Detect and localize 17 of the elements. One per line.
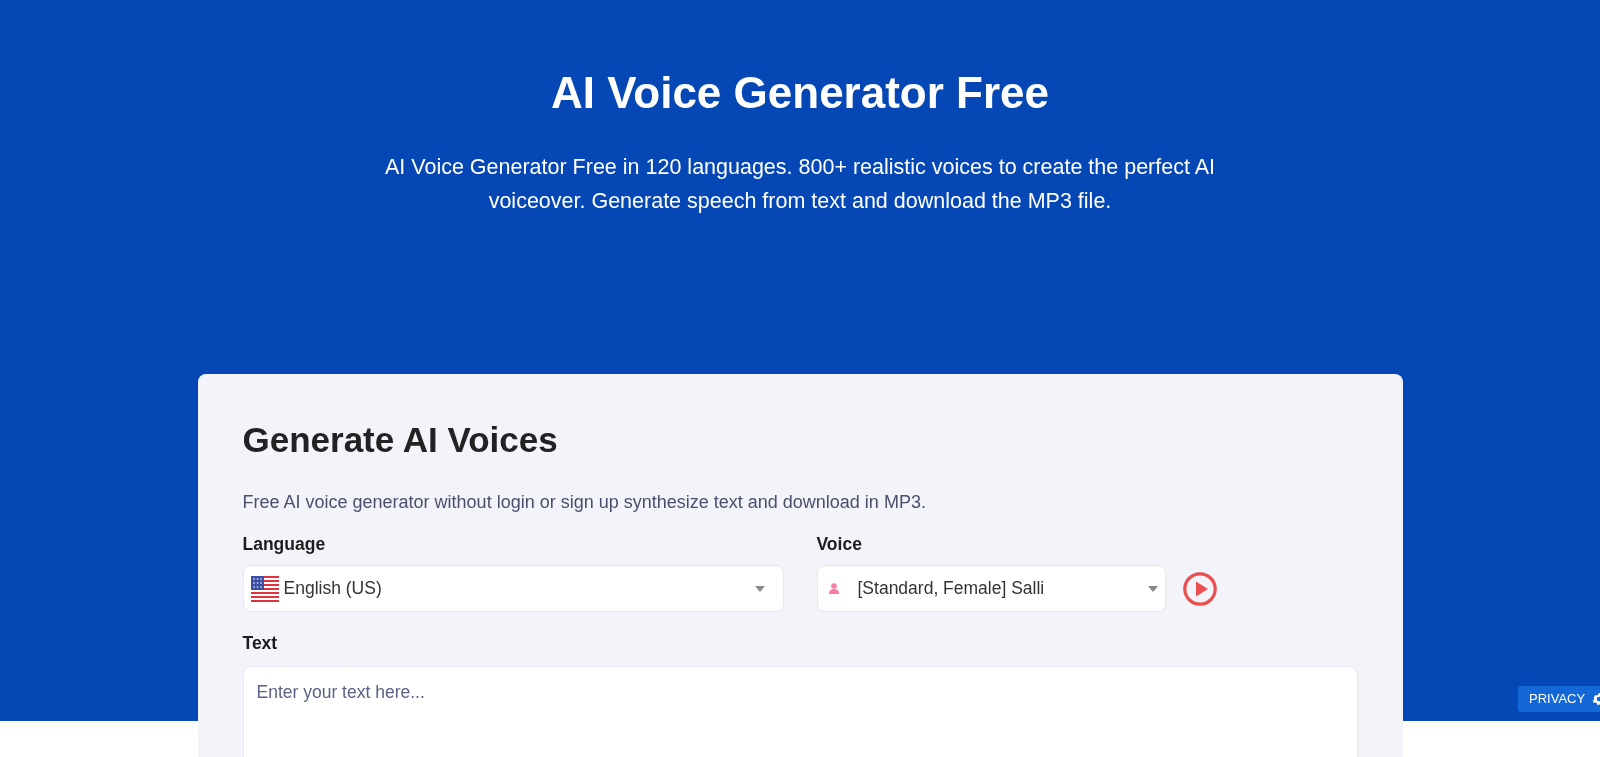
flag-icon	[250, 575, 279, 602]
field-label: Voice	[816, 533, 863, 555]
hero-title: AI Voice Generator Free	[551, 68, 1049, 118]
field-label: Language	[242, 533, 327, 555]
person-icon	[828, 583, 839, 594]
card-title: Generate AI Voices	[242, 420, 559, 460]
card-description: Free AI voice generator without login or sign up synthesize text and download in MP3.	[242, 491, 927, 513]
language-select[interactable]: English (US)	[242, 565, 784, 612]
play-icon	[1182, 571, 1217, 606]
caret-icon	[1147, 585, 1158, 592]
text-input-field[interactable]: Enter your text here...	[242, 666, 1358, 757]
play-button[interactable]	[1182, 571, 1217, 606]
hero-subtitle: AI Voice Generator Free in 120 languages. 800+ realistic voices to create the perfect AI voiceover. Generate speech from text and download the MP3 file.	[384, 154, 1216, 215]
caret-icon	[754, 585, 765, 592]
voice-select[interactable]: [Standard, Female] Salli	[816, 565, 1166, 612]
privacy-button[interactable]: PRIVACY	[1518, 686, 1600, 712]
field-label: Text	[242, 632, 279, 654]
